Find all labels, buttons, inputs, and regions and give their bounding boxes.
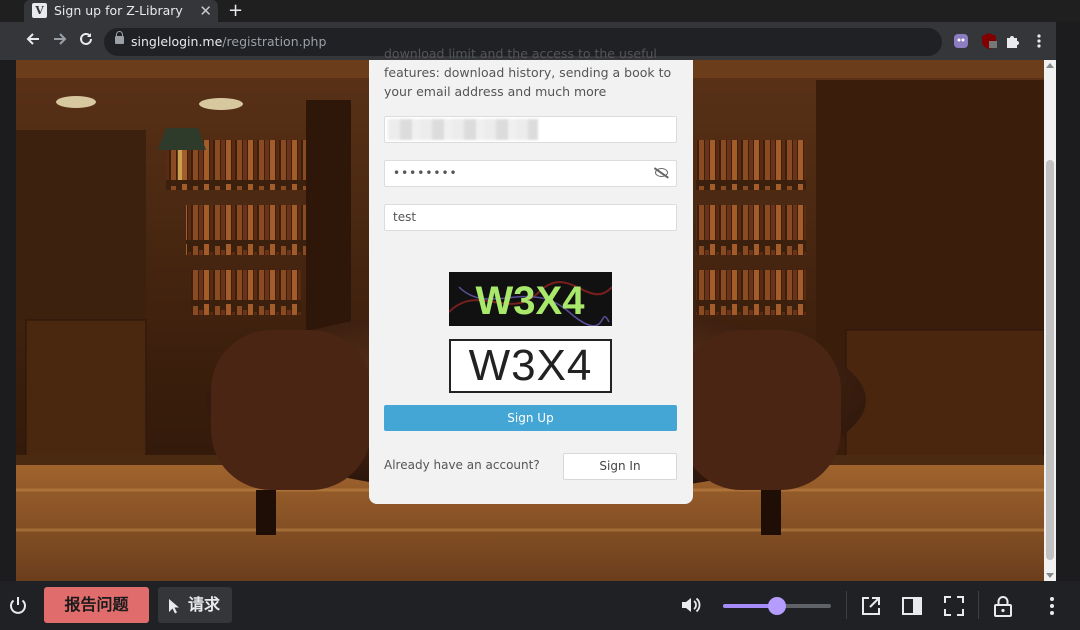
tab-close-icon[interactable]: ✕ xyxy=(199,0,212,22)
forward-button[interactable] xyxy=(50,31,70,51)
site-favicon-icon: V xyxy=(32,3,47,18)
sign-in-button[interactable]: Sign In xyxy=(563,453,677,480)
cursor-icon xyxy=(169,599,179,614)
reload-icon xyxy=(80,32,92,45)
request-label: 请求 xyxy=(188,595,221,614)
tab-strip: V Sign up for Z-Library ✕ + xyxy=(0,0,1080,22)
captcha-input[interactable]: W3X4 xyxy=(449,339,612,393)
extensions-puzzle-icon[interactable] xyxy=(1004,32,1022,50)
lock-icon[interactable] xyxy=(992,595,1014,617)
registration-card: download limit and the access to the use… xyxy=(369,46,693,504)
scroll-thumb[interactable] xyxy=(1046,160,1054,560)
redacted-email xyxy=(388,119,538,140)
volume-slider[interactable] xyxy=(723,597,831,615)
scroll-down-icon[interactable] xyxy=(1046,573,1054,578)
password-value: •••••••• xyxy=(393,166,458,180)
reload-button[interactable] xyxy=(76,31,96,51)
divider xyxy=(846,591,847,619)
volume-knob[interactable] xyxy=(768,597,786,615)
password-field[interactable]: •••••••• xyxy=(384,160,677,187)
lock-icon xyxy=(115,31,124,47)
captcha-image: W3X4 xyxy=(449,272,612,326)
sign-up-button[interactable]: Sign Up xyxy=(384,405,677,431)
volume-icon[interactable] xyxy=(680,595,702,615)
more-vertical-icon[interactable] xyxy=(1042,595,1062,617)
eye-off-icon[interactable] xyxy=(655,168,668,177)
fullscreen-icon[interactable] xyxy=(943,595,965,617)
ublock-icon[interactable] xyxy=(980,32,998,50)
tab-active[interactable]: V Sign up for Z-Library ✕ xyxy=(24,0,218,22)
page-scrollbar[interactable] xyxy=(1044,60,1056,581)
tab-title: Sign up for Z-Library xyxy=(54,3,183,18)
new-tab-button[interactable]: + xyxy=(228,0,243,22)
url-text: singlelogin.me/registration.php xyxy=(131,34,327,49)
scroll-up-icon[interactable] xyxy=(1046,63,1054,68)
report-issue-button[interactable]: 报告问题 xyxy=(44,587,149,623)
divider xyxy=(978,591,979,619)
session-control-bar: 报告问题 请求 xyxy=(0,581,1080,630)
captcha-text: W3X4 xyxy=(476,279,586,323)
open-external-icon[interactable] xyxy=(860,595,882,617)
request-button[interactable]: 请求 xyxy=(158,587,232,623)
email-field[interactable] xyxy=(384,116,677,143)
extension-shield-icon[interactable] xyxy=(952,32,970,50)
already-have-account-text: Already have an account? xyxy=(384,458,540,472)
browser-menu-icon[interactable] xyxy=(1030,32,1048,50)
intro-text: download limit and the access to the use… xyxy=(384,46,672,99)
arrow-left-icon xyxy=(26,33,39,45)
power-icon[interactable] xyxy=(7,594,29,616)
sidebar-icon[interactable] xyxy=(901,595,923,617)
name-field[interactable]: test xyxy=(384,204,677,231)
back-button[interactable] xyxy=(23,31,43,51)
arrow-right-icon xyxy=(54,33,67,45)
